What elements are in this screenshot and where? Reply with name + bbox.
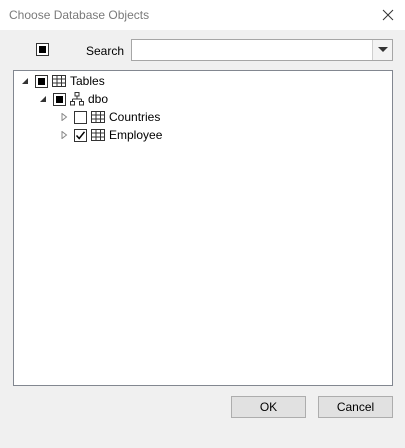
tree-node-tables[interactable]: Tables xyxy=(19,72,105,90)
table-icon xyxy=(91,110,105,124)
tree-node-label: Countries xyxy=(109,110,161,124)
schema-icon xyxy=(70,92,84,106)
close-button[interactable] xyxy=(377,4,399,26)
chevron-down-icon xyxy=(377,47,388,52)
expanded-arrow-icon[interactable] xyxy=(37,93,49,105)
search-input[interactable] xyxy=(132,40,372,60)
ok-button[interactable]: OK xyxy=(231,396,306,418)
tree-node-dbo[interactable]: dbo xyxy=(37,90,108,108)
dbo-checkbox[interactable] xyxy=(53,92,66,106)
cancel-button[interactable]: Cancel xyxy=(318,396,393,418)
checkmark-icon xyxy=(75,130,86,140)
search-label: Search xyxy=(86,44,125,58)
tree-node-employee[interactable]: Employee xyxy=(58,126,162,144)
search-combobox[interactable] xyxy=(131,39,393,61)
table-icon xyxy=(91,128,105,142)
dialog-title: Choose Database Objects xyxy=(9,8,150,22)
select-all-checkbox[interactable] xyxy=(36,43,49,56)
partial-check-indicator xyxy=(39,46,46,53)
partial-check-indicator xyxy=(56,95,63,103)
tables-checkbox[interactable] xyxy=(35,74,48,88)
table-icon xyxy=(52,74,66,88)
object-tree[interactable]: Tables dbo Countries Employee xyxy=(13,70,393,386)
partial-check-indicator xyxy=(38,77,45,85)
collapsed-arrow-icon[interactable] xyxy=(58,111,70,123)
search-dropdown-button[interactable] xyxy=(372,40,392,60)
expanded-arrow-icon[interactable] xyxy=(19,75,31,87)
employee-checkbox[interactable] xyxy=(74,128,87,142)
countries-checkbox[interactable] xyxy=(74,110,87,124)
tree-node-label: dbo xyxy=(88,92,109,106)
collapsed-arrow-icon[interactable] xyxy=(58,129,70,141)
tree-node-countries[interactable]: Countries xyxy=(58,108,160,126)
choose-database-objects-dialog: Choose Database Objects Search Tables db… xyxy=(0,0,405,448)
tree-node-label: Tables xyxy=(70,74,105,88)
tree-node-label: Employee xyxy=(109,128,163,142)
close-icon xyxy=(382,9,394,21)
title-bar: Choose Database Objects xyxy=(0,0,405,30)
